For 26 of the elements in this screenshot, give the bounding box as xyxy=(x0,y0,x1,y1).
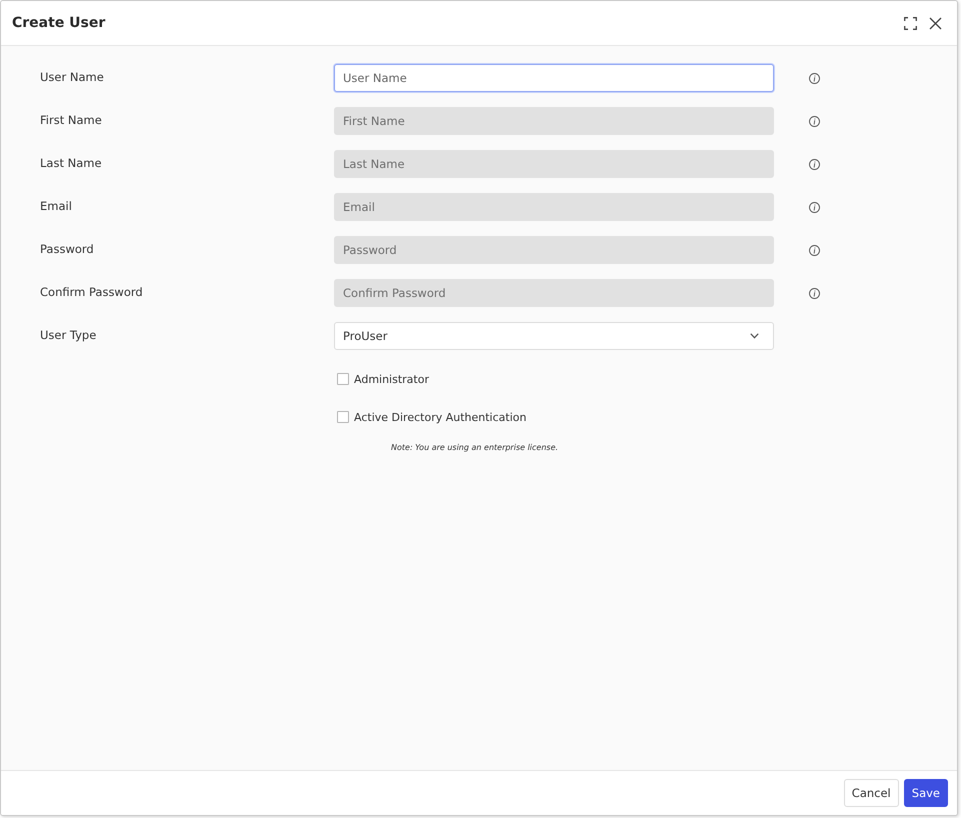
info-icon xyxy=(809,116,820,126)
info-icon xyxy=(809,288,820,298)
field-label: First Name xyxy=(40,112,102,126)
field-label: Confirm Password xyxy=(40,284,143,298)
field-label: Email xyxy=(40,198,72,212)
select-dropdown[interactable]: ProUser xyxy=(334,322,774,350)
input-field[interactable]: User Name xyxy=(334,64,774,92)
dialog-title: Create User xyxy=(12,15,106,31)
info-icon xyxy=(809,244,820,256)
field-label: User Name xyxy=(40,70,104,84)
close-icon[interactable] xyxy=(929,16,942,30)
field-label: Last Name xyxy=(40,156,102,170)
save-button[interactable]: Save xyxy=(904,779,948,807)
checkbox-label: Active Directory Authentication xyxy=(354,410,526,424)
info-icon xyxy=(809,202,820,212)
license-note: Note: You are using an enterprise license. xyxy=(391,443,558,452)
cancel-button[interactable]: Cancel xyxy=(844,779,899,807)
field-label: User Type xyxy=(40,328,96,342)
info-icon xyxy=(809,72,820,84)
maximize-icon[interactable] xyxy=(904,16,917,30)
info-icon xyxy=(809,158,820,170)
chevron-down-icon xyxy=(750,333,759,339)
checkbox-label: Administrator xyxy=(354,372,429,386)
checkbox[interactable] xyxy=(337,373,349,385)
field-label: Password xyxy=(40,242,94,256)
checkbox[interactable] xyxy=(337,411,349,423)
